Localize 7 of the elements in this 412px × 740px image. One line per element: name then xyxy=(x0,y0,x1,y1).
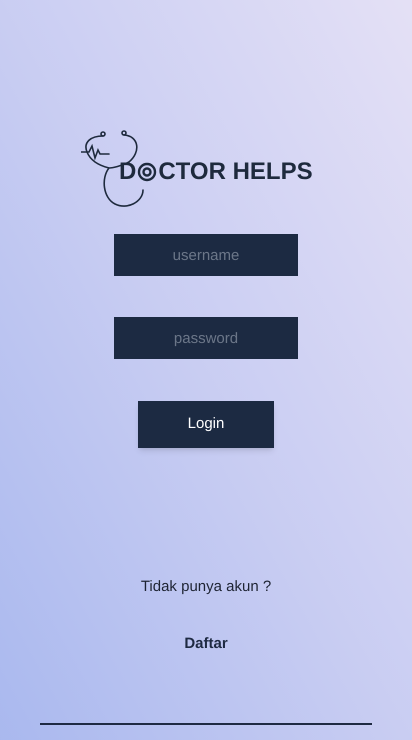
logo-text: CTOR HELPS xyxy=(158,160,313,184)
signup-prompt: Tidak punya akun ? xyxy=(140,577,272,597)
login-button[interactable]: Login xyxy=(138,401,274,448)
username-field[interactable]: username xyxy=(114,234,298,276)
stethoscope-ring-icon xyxy=(137,162,158,182)
password-field[interactable]: password xyxy=(114,317,298,359)
signup-link[interactable]: Daftar xyxy=(184,632,228,655)
